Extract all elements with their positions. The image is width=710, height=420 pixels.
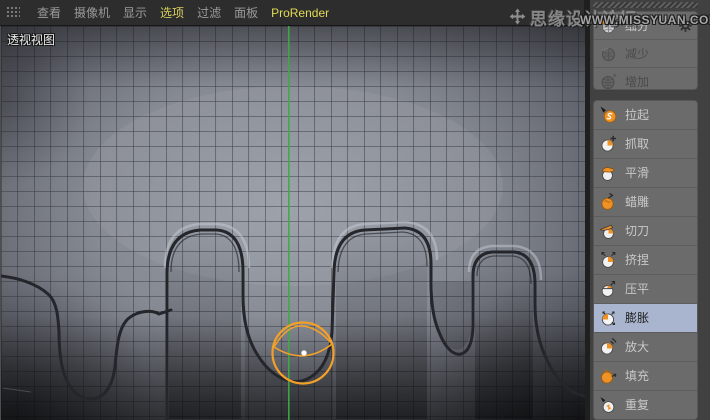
tool-label: 平滑 [625,164,693,181]
tool-flatten[interactable]: 压平 [594,275,697,304]
perspective-viewport[interactable]: 透视视图 [0,26,585,420]
tool-label: 重复 [625,396,693,413]
tool-label: 蜡雕 [625,193,693,210]
tool-subdivide[interactable]: 细分 [594,12,697,40]
grab-icon [599,134,618,153]
pinch-icon [599,250,618,269]
tool-label: 放大 [625,338,693,355]
menu-filter[interactable]: 过滤 [197,4,221,21]
tool-wax[interactable]: 蜡雕 [594,188,697,217]
knife-icon [599,221,618,240]
menu-camera[interactable]: 摄像机 [74,4,110,21]
fill-icon [599,366,618,385]
viewport-menubar: 查看 摄像机 显示 选项 过滤 面板 ProRender [0,0,584,26]
y-axis-line [288,26,290,420]
subdivision-group: 细分 [593,11,698,89]
menu-panel[interactable]: 面板 [234,4,258,21]
tool-label: 拉起 [625,106,693,123]
tool-pull[interactable]: 拉起 [594,101,697,130]
tool-amplify[interactable]: 放大 [594,333,697,362]
tool-increase[interactable]: 增加 [594,68,697,89]
pull-icon [599,105,618,124]
tool-label: 减少 [625,45,693,62]
amplify-icon [599,337,618,356]
wax-icon [599,192,618,211]
tool-label: 抓取 [625,135,693,152]
smooth-icon [599,163,618,182]
inflate-icon [599,308,618,327]
tool-label: 增加 [625,73,693,89]
tool-label: 膨胀 [625,309,693,326]
menu-prorender[interactable]: ProRender [271,6,329,20]
brush-group: 拉起 抓取 平滑 [593,100,698,420]
tool-inflate[interactable]: 膨胀 [594,304,697,333]
subdivide-icon [599,16,618,35]
tool-label: 切刀 [625,222,693,239]
brush-center-dot [301,350,306,355]
tool-smooth[interactable]: 平滑 [594,159,697,188]
tool-grab[interactable]: 抓取 [594,130,697,159]
tool-decrease[interactable]: 减少 [594,40,697,68]
application-window: 查看 摄像机 显示 选项 过滤 面板 ProRender [0,0,710,420]
menu-view[interactable]: 查看 [37,4,61,21]
sculpt-tool-palette: 细分 [590,0,710,420]
tool-repeat[interactable]: 重复 [594,391,697,420]
repeat-icon [599,395,618,414]
tool-label: 压平 [625,280,693,297]
tool-pinch[interactable]: 挤捏 [594,246,697,275]
viewport-label: 透视视图 [7,31,55,48]
tool-knife[interactable]: 切刀 [594,217,697,246]
tool-fill[interactable]: 填充 [594,362,697,391]
menubar-grip-icon[interactable] [6,6,20,19]
tool-label: 细分 [625,17,671,34]
menu-options[interactable]: 选项 [160,4,184,21]
gear-icon[interactable] [678,18,693,33]
flatten-icon [599,279,618,298]
tool-label: 挤捏 [625,251,693,268]
viewport-canvas [1,26,585,420]
decrease-icon [599,44,618,63]
palette-drag-handle[interactable] [593,2,698,8]
increase-icon [599,72,618,89]
tool-label: 填充 [625,367,693,384]
menu-display[interactable]: 显示 [123,4,147,21]
